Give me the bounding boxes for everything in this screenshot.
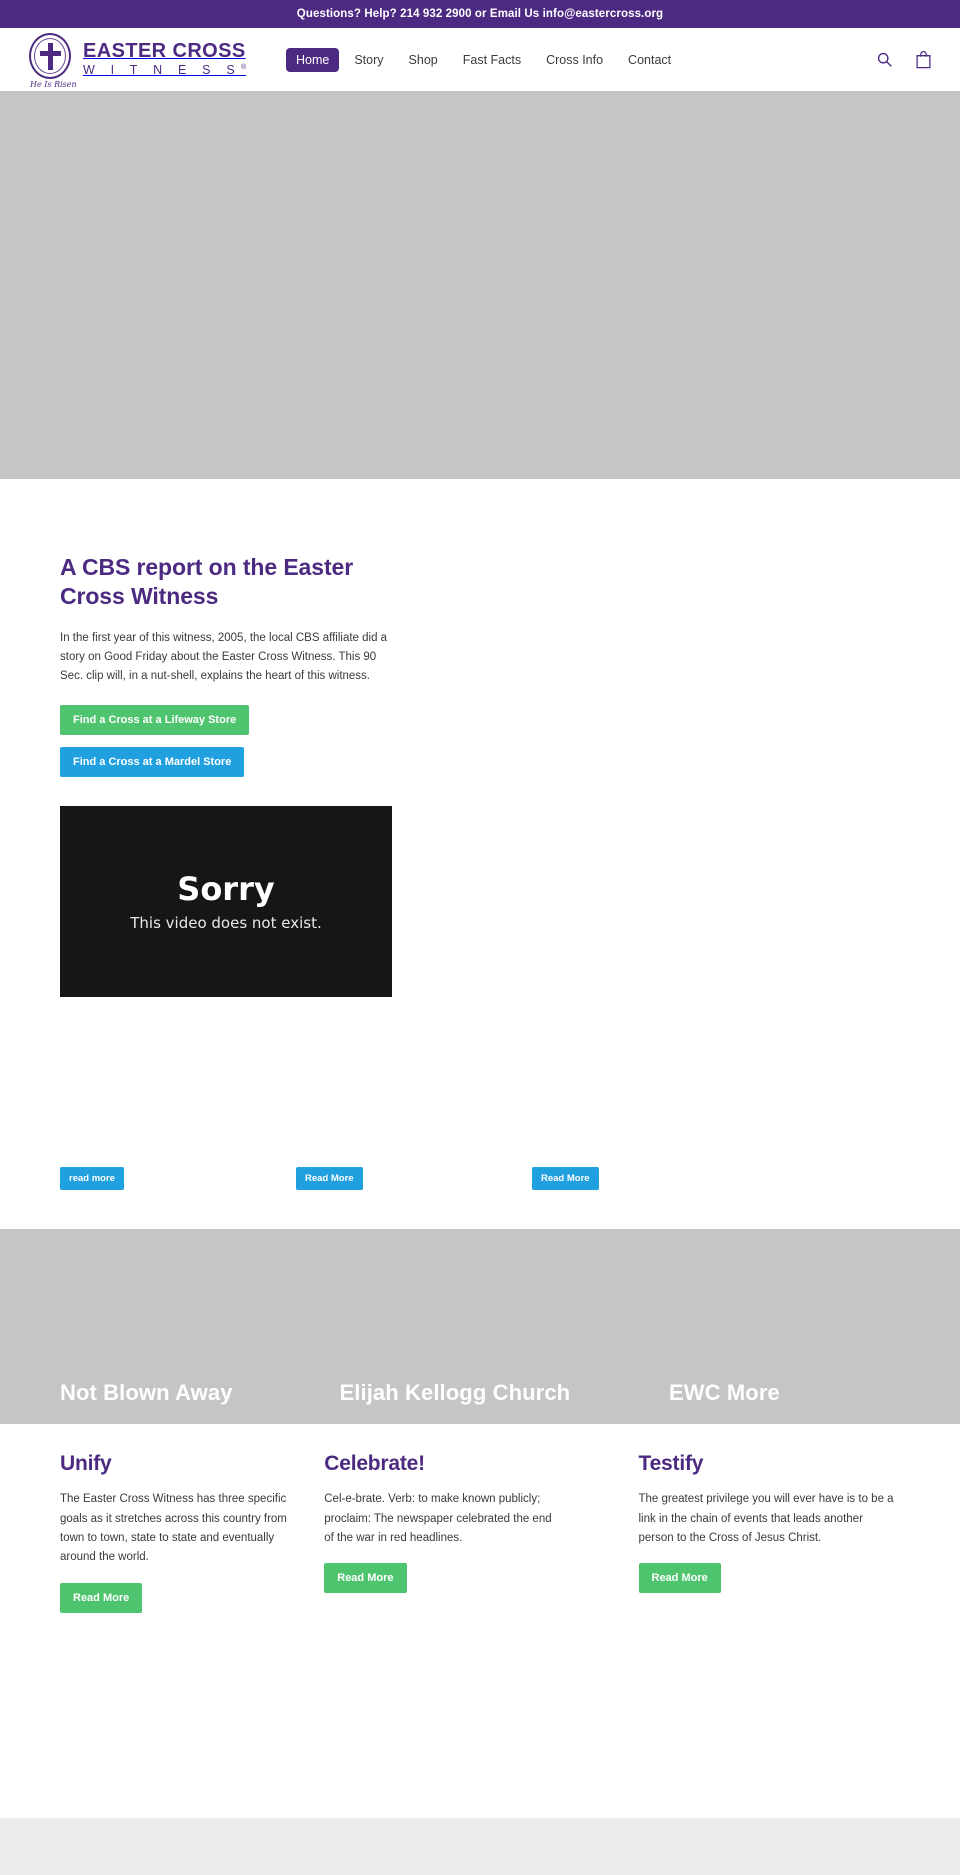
announcement-text: Questions? Help? 214 932 2900 or Email U… [296,8,664,20]
logo-line-2: W I T N E S S [83,62,241,77]
announcement-bar: Questions? Help? 214 932 2900 or Email U… [0,0,960,28]
banner-title-1: Not Blown Away [60,1380,233,1406]
banner-title-3: EWC More [669,1380,780,1406]
find-cross-mardel-button[interactable]: Find a Cross at a Mardel Store [60,747,245,778]
primary-nav: Home Story Shop Fast Facts Cross Info Co… [286,47,681,72]
cbs-section-paragraph: In the first year of this witness, 2005,… [60,632,388,683]
readmore-col-1: read more [60,1167,296,1197]
find-cross-lifeway-button[interactable]: Find a Cross at a Lifeway Store [60,705,250,736]
header-icon-group [876,50,932,69]
feature-read-more-unify[interactable]: Read More [60,1582,143,1613]
video-error-subline: This video does not exist. [130,913,322,932]
feature-paragraph-testify: The greatest privilege you will ever hav… [638,1493,894,1544]
feature-columns: Unify The Easter Cross Witness has three… [0,1452,960,1613]
feature-title-unify: Unify [60,1452,112,1476]
store-buttons-group: Find a Cross at a Lifeway Store Find a C… [60,686,900,778]
banner-titles-overlay: Not Blown Away Elijah Kellogg Church EWC… [0,1380,960,1406]
read-more-button-3[interactable]: Read More [532,1167,599,1191]
site-header: He Is Risen EASTER CROSS W I T N E S S® … [0,28,960,91]
search-icon[interactable] [876,51,893,68]
cbs-report-section: A CBS report on the Easter Cross Witness… [0,479,960,998]
hero-image-placeholder [0,91,960,479]
feature-read-more-testify[interactable]: Read More [638,1563,721,1594]
banner-title-2: Elijah Kellogg Church [339,1380,571,1406]
logo-line-1: EASTER CROSS [83,39,246,62]
read-more-button-1[interactable]: read more [60,1167,124,1191]
nav-item-home[interactable]: Home [286,47,340,72]
video-error-headline: Sorry [177,869,275,908]
footer-strip [0,1818,960,1875]
readmore-col-3: Read More [532,1167,768,1197]
banner-image-placeholder-row: Not Blown Away Elijah Kellogg Church EWC… [0,1229,960,1425]
logo-registered-mark: ® [240,63,247,71]
shopping-bag-icon[interactable] [915,50,932,69]
nav-item-shop[interactable]: Shop [399,48,448,72]
cross-seal-icon: He Is Risen [26,32,77,89]
feature-paragraph-unify: The Easter Cross Witness has three speci… [60,1493,287,1564]
nav-item-contact[interactable]: Contact [618,48,681,72]
video-player-error[interactable]: Sorry This video does not exist. [60,806,392,998]
read-more-button-2[interactable]: Read More [296,1167,363,1191]
nav-item-cross-info[interactable]: Cross Info [536,48,613,72]
readmore-col-2: Read More [296,1167,532,1197]
readmore-button-row: read more Read More Read More [0,1167,960,1197]
cbs-section-title: A CBS report on the Easter Cross Witness [60,554,354,610]
feature-paragraph-celebrate: Cel-e-brate. Verb: to make known publicl… [324,1493,552,1544]
seal-script-text: He Is Risen [30,79,77,89]
logo-line-2-wrap: W I T N E S S® [83,62,246,78]
logo-wordmark: EASTER CROSS W I T N E S S® [83,39,246,78]
feature-title-testify: Testify [638,1452,704,1476]
banner-col-ewc-more[interactable]: EWC More [619,1380,900,1406]
site-logo[interactable]: He Is Risen EASTER CROSS W I T N E S S® [26,32,286,89]
banner-col-not-blown-away[interactable]: Not Blown Away [60,1380,340,1406]
main-content: A CBS report on the Easter Cross Witness… [0,479,960,1613]
feature-read-more-celebrate[interactable]: Read More [324,1563,407,1594]
nav-item-fast-facts[interactable]: Fast Facts [453,48,531,72]
nav-item-story[interactable]: Story [344,48,393,72]
feature-col-testify: Testify The greatest privilege you will … [589,1452,901,1612]
feature-col-celebrate: Celebrate! Cel-e-brate. Verb: to make kn… [324,1452,588,1612]
banner-col-elijah-kellogg-church[interactable]: Elijah Kellogg Church [340,1380,620,1406]
feature-col-unify: Unify The Easter Cross Witness has three… [60,1452,324,1613]
feature-title-celebrate: Celebrate! [324,1452,425,1476]
